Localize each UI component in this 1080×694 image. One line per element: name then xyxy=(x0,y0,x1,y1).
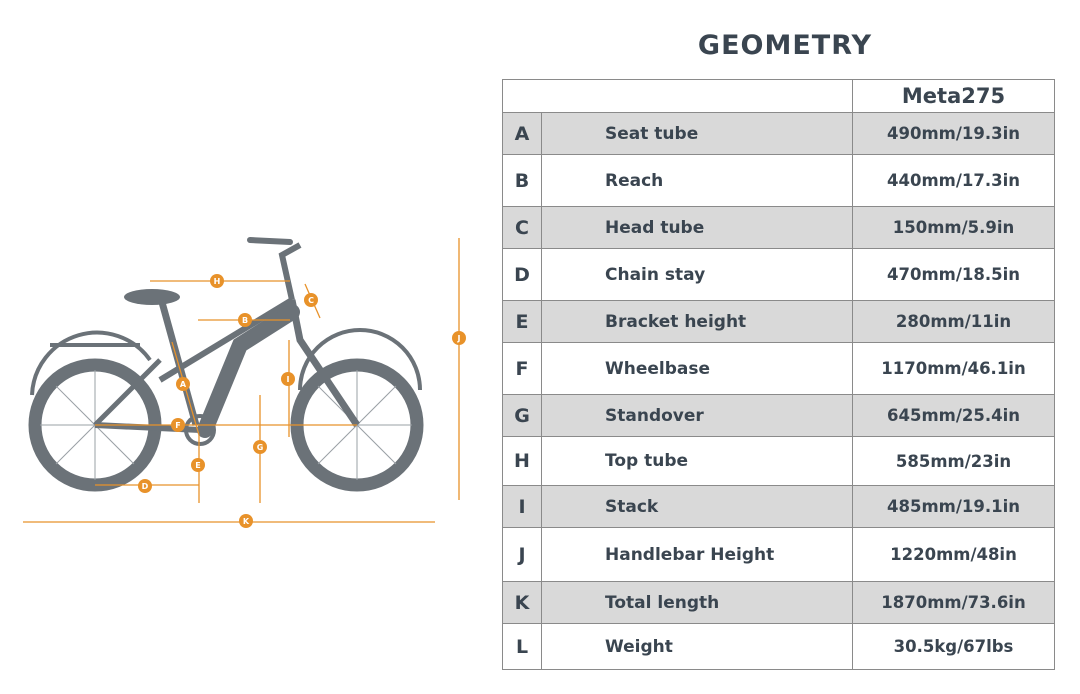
row-value: 1170mm/46.1in xyxy=(852,342,1055,395)
stem xyxy=(278,242,302,301)
row-letter: A xyxy=(502,112,542,155)
row-label: Weight xyxy=(541,623,853,670)
row-label: Stack xyxy=(541,485,853,528)
handlebar xyxy=(247,237,293,245)
row-letter: G xyxy=(502,394,542,437)
row-label: Chain stay xyxy=(541,248,853,301)
table-header-row: Meta275 xyxy=(502,79,1055,113)
bike-geometry-diagram xyxy=(23,237,460,523)
model-name: Meta275 xyxy=(852,79,1055,113)
header-empty-cell xyxy=(502,79,853,113)
row-value: 440mm/17.3in xyxy=(852,154,1055,207)
bike-silhouette xyxy=(28,237,424,492)
row-value: 1220mm/48in xyxy=(852,527,1055,582)
row-letter: L xyxy=(502,623,542,670)
row-letter: I xyxy=(502,485,542,528)
table-row: G Standover 645mm/25.4in xyxy=(502,394,1055,437)
row-value: 280mm/11in xyxy=(852,300,1055,343)
row-letter: F xyxy=(502,342,542,395)
page-title: GEOMETRY xyxy=(697,30,873,61)
row-letter: B xyxy=(502,154,542,207)
row-value: 485mm/19.1in xyxy=(852,485,1055,528)
row-value: 30.5kg/67lbs xyxy=(852,623,1055,670)
table-row: E Bracket height 280mm/11in xyxy=(502,300,1055,343)
row-label: Handlebar Height xyxy=(541,527,853,582)
row-label: Reach xyxy=(541,154,853,207)
table-row: D Chain stay 470mm/18.5in xyxy=(502,248,1055,301)
row-label: Wheelbase xyxy=(541,342,853,395)
row-value: 585mm/23in xyxy=(852,436,1055,486)
row-label: Head tube xyxy=(541,206,853,249)
row-letter: C xyxy=(502,206,542,249)
table-row: B Reach 440mm/17.3in xyxy=(502,154,1055,207)
table-row: L Weight 30.5kg/67lbs xyxy=(502,623,1055,670)
row-value: 1870mm/73.6in xyxy=(852,581,1055,624)
row-letter: D xyxy=(502,248,542,301)
row-value: 490mm/19.3in xyxy=(852,112,1055,155)
table-row: J Handlebar Height 1220mm/48in xyxy=(502,527,1055,582)
saddle xyxy=(124,289,180,305)
row-letter: E xyxy=(502,300,542,343)
row-label: Total length xyxy=(541,581,853,624)
row-label: Bracket height xyxy=(541,300,853,343)
table-row: K Total length 1870mm/73.6in xyxy=(502,581,1055,624)
row-value: 150mm/5.9in xyxy=(852,206,1055,249)
row-value: 645mm/25.4in xyxy=(852,394,1055,437)
table-row: I Stack 485mm/19.1in xyxy=(502,485,1055,528)
table-row: F Wheelbase 1170mm/46.1in xyxy=(502,342,1055,395)
row-letter: K xyxy=(502,581,542,624)
table-row: A Seat tube 490mm/19.3in xyxy=(502,112,1055,155)
row-letter: J xyxy=(502,527,542,582)
table-row: C Head tube 150mm/5.9in xyxy=(502,206,1055,249)
geometry-table: Meta275 A Seat tube 490mm/19.3in B Reach 440… xyxy=(502,79,1055,670)
row-value: 470mm/18.5in xyxy=(852,248,1055,301)
table-row: H Top tube 585mm/23in xyxy=(502,436,1055,486)
row-label: Seat tube xyxy=(541,112,853,155)
row-letter: H xyxy=(502,436,542,486)
row-label: Top tube xyxy=(541,436,853,486)
row-label: Standover xyxy=(541,394,853,437)
